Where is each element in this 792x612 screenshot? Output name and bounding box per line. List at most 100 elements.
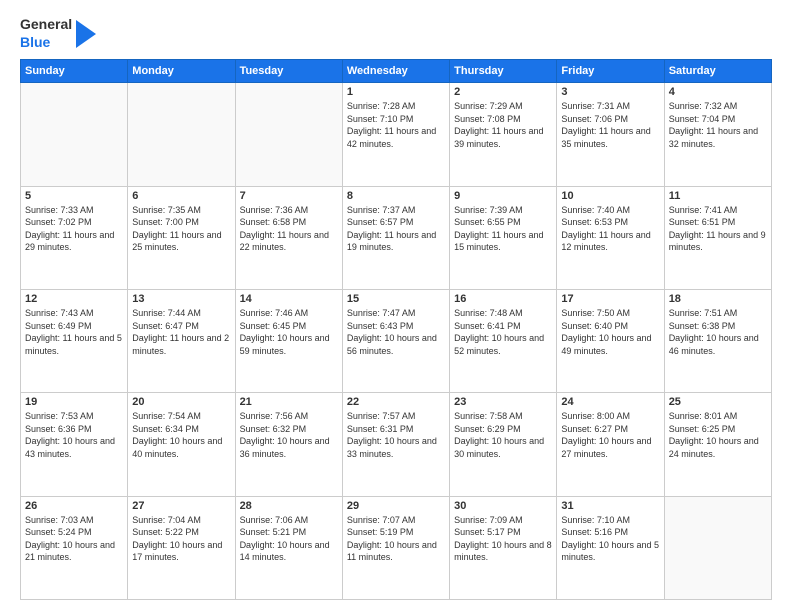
cell-sunset: Sunset: 6:49 PM — [25, 320, 123, 333]
day-number: 23 — [454, 396, 552, 408]
cell-sunset: Sunset: 5:22 PM — [132, 526, 230, 539]
cell-sunset: Sunset: 6:57 PM — [347, 216, 445, 229]
cell-daylight: Daylight: 11 hours and 19 minutes. — [347, 229, 445, 254]
calendar-cell: 7Sunrise: 7:36 AMSunset: 6:58 PMDaylight… — [235, 186, 342, 289]
cell-daylight: Daylight: 10 hours and 40 minutes. — [132, 435, 230, 460]
calendar-cell: 4Sunrise: 7:32 AMSunset: 7:04 PMDaylight… — [664, 83, 771, 186]
cell-sunset: Sunset: 6:43 PM — [347, 320, 445, 333]
calendar-cell: 17Sunrise: 7:50 AMSunset: 6:40 PMDayligh… — [557, 289, 664, 392]
cell-sunset: Sunset: 6:25 PM — [669, 423, 767, 436]
calendar-cell: 20Sunrise: 7:54 AMSunset: 6:34 PMDayligh… — [128, 393, 235, 496]
cell-sunrise: Sunrise: 7:09 AM — [454, 514, 552, 527]
calendar-cell: 9 Sunrise: 7:39 AMSunset: 6:55 PMDaylight… — [450, 186, 557, 289]
day-number: 9 — [454, 190, 552, 202]
day-number: 28 — [240, 500, 338, 512]
cell-sunrise: Sunrise: 7:36 AM — [240, 204, 338, 217]
cell-sunrise: Sunrise: 7:47 AM — [347, 307, 445, 320]
cell-daylight: Daylight: 10 hours and 27 minutes. — [561, 435, 659, 460]
cell-sunrise: Sunrise: 7:50 AM — [561, 307, 659, 320]
day-number: 17 — [561, 293, 659, 305]
cell-sunrise: Sunrise: 7:39 AM — [454, 204, 552, 217]
cell-sunrise: Sunrise: 7:29 AM — [454, 100, 552, 113]
cell-daylight: Daylight: 10 hours and 56 minutes. — [347, 332, 445, 357]
cell-sunset: Sunset: 6:51 PM — [669, 216, 767, 229]
cell-sunrise: Sunrise: 7:40 AM — [561, 204, 659, 217]
calendar-cell: 3Sunrise: 7:31 AMSunset: 7:06 PMDaylight… — [557, 83, 664, 186]
cell-daylight: Daylight: 11 hours and 12 minutes. — [561, 229, 659, 254]
cell-sunrise: Sunrise: 7:44 AM — [132, 307, 230, 320]
calendar-cell: 22Sunrise: 7:57 AMSunset: 6:31 PMDayligh… — [342, 393, 449, 496]
day-number: 27 — [132, 500, 230, 512]
day-number: 29 — [347, 500, 445, 512]
day-number: 20 — [132, 396, 230, 408]
day-number: 12 — [25, 293, 123, 305]
weekday-header-wednesday: Wednesday — [342, 60, 449, 83]
calendar-cell: 8Sunrise: 7:37 AMSunset: 6:57 PMDaylight… — [342, 186, 449, 289]
cell-daylight: Daylight: 11 hours and 29 minutes. — [25, 229, 123, 254]
cell-daylight: Daylight: 10 hours and 11 minutes. — [347, 539, 445, 564]
cell-sunset: Sunset: 6:32 PM — [240, 423, 338, 436]
day-number: 10 — [561, 190, 659, 202]
cell-sunset: Sunset: 5:17 PM — [454, 526, 552, 539]
calendar-cell: 21Sunrise: 7:56 AMSunset: 6:32 PMDayligh… — [235, 393, 342, 496]
cell-daylight: Daylight: 11 hours and 25 minutes. — [132, 229, 230, 254]
calendar-week-4: 19Sunrise: 7:53 AMSunset: 6:36 PMDayligh… — [21, 393, 772, 496]
cell-sunset: Sunset: 7:02 PM — [25, 216, 123, 229]
calendar-week-5: 26Sunrise: 7:03 AMSunset: 5:24 PMDayligh… — [21, 496, 772, 599]
cell-daylight: Daylight: 10 hours and 14 minutes. — [240, 539, 338, 564]
cell-daylight: Daylight: 10 hours and 5 minutes. — [561, 539, 659, 564]
day-number: 25 — [669, 396, 767, 408]
cell-sunrise: Sunrise: 7:37 AM — [347, 204, 445, 217]
weekday-header-sunday: Sunday — [21, 60, 128, 83]
weekday-header-saturday: Saturday — [664, 60, 771, 83]
cell-sunrise: Sunrise: 7:56 AM — [240, 410, 338, 423]
calendar-week-2: 5Sunrise: 7:33 AMSunset: 7:02 PMDaylight… — [21, 186, 772, 289]
cell-sunrise: Sunrise: 7:46 AM — [240, 307, 338, 320]
logo-chevron-icon — [76, 20, 96, 48]
cell-sunset: Sunset: 6:53 PM — [561, 216, 659, 229]
day-number: 3 — [561, 86, 659, 98]
cell-sunrise: Sunrise: 7:04 AM — [132, 514, 230, 527]
calendar-header-row: SundayMondayTuesdayWednesdayThursdayFrid… — [21, 60, 772, 83]
cell-sunrise: Sunrise: 7:10 AM — [561, 514, 659, 527]
weekday-header-tuesday: Tuesday — [235, 60, 342, 83]
cell-daylight: Daylight: 10 hours and 43 minutes. — [25, 435, 123, 460]
cell-daylight: Daylight: 11 hours and 9 minutes. — [669, 229, 767, 254]
cell-daylight: Daylight: 10 hours and 33 minutes. — [347, 435, 445, 460]
cell-daylight: Daylight: 10 hours and 46 minutes. — [669, 332, 767, 357]
calendar-cell: 10 Sunrise: 7:40 AMSunset: 6:53 PMDayligh… — [557, 186, 664, 289]
header: General Blue — [20, 16, 772, 51]
cell-daylight: Daylight: 11 hours and 35 minutes. — [561, 125, 659, 150]
cell-daylight: Daylight: 11 hours and 39 minutes. — [454, 125, 552, 150]
calendar-week-3: 12Sunrise: 7:43 AMSunset: 6:49 PMDayligh… — [21, 289, 772, 392]
day-number: 15 — [347, 293, 445, 305]
cell-sunset: Sunset: 6:38 PM — [669, 320, 767, 333]
calendar-cell: 16Sunrise: 7:48 AMSunset: 6:41 PMDayligh… — [450, 289, 557, 392]
cell-daylight: Daylight: 11 hours and 2 minutes. — [132, 332, 230, 357]
cell-sunset: Sunset: 6:45 PM — [240, 320, 338, 333]
cell-daylight: Daylight: 10 hours and 24 minutes. — [669, 435, 767, 460]
cell-sunset: Sunset: 5:24 PM — [25, 526, 123, 539]
calendar-cell: 30Sunrise: 7:09 AMSunset: 5:17 PMDayligh… — [450, 496, 557, 599]
cell-sunset: Sunset: 6:55 PM — [454, 216, 552, 229]
day-number: 4 — [669, 86, 767, 98]
cell-daylight: Daylight: 10 hours and 49 minutes. — [561, 332, 659, 357]
cell-daylight: Daylight: 11 hours and 15 minutes. — [454, 229, 552, 254]
day-number: 26 — [25, 500, 123, 512]
weekday-header-friday: Friday — [557, 60, 664, 83]
day-number: 7 — [240, 190, 338, 202]
cell-sunrise: Sunrise: 7:28 AM — [347, 100, 445, 113]
day-number: 16 — [454, 293, 552, 305]
calendar-cell: 14Sunrise: 7:46 AMSunset: 6:45 PMDayligh… — [235, 289, 342, 392]
cell-sunset: Sunset: 5:16 PM — [561, 526, 659, 539]
day-number: 24 — [561, 396, 659, 408]
cell-sunrise: Sunrise: 7:32 AM — [669, 100, 767, 113]
day-number: 19 — [25, 396, 123, 408]
day-number: 2 — [454, 86, 552, 98]
cell-sunrise: Sunrise: 7:48 AM — [454, 307, 552, 320]
calendar-cell: 11Sunrise: 7:41 AMSunset: 6:51 PMDayligh… — [664, 186, 771, 289]
cell-daylight: Daylight: 10 hours and 52 minutes. — [454, 332, 552, 357]
cell-daylight: Daylight: 10 hours and 59 minutes. — [240, 332, 338, 357]
cell-sunset: Sunset: 6:36 PM — [25, 423, 123, 436]
day-number: 21 — [240, 396, 338, 408]
